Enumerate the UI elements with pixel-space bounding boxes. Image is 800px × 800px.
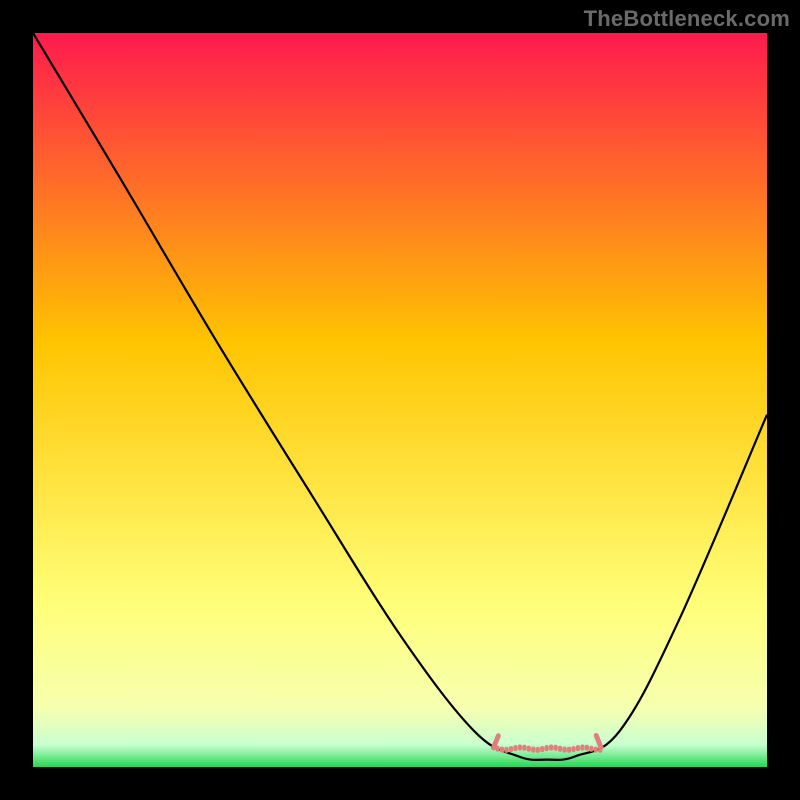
plot-area	[33, 33, 767, 767]
bottleneck-chart	[0, 0, 800, 800]
